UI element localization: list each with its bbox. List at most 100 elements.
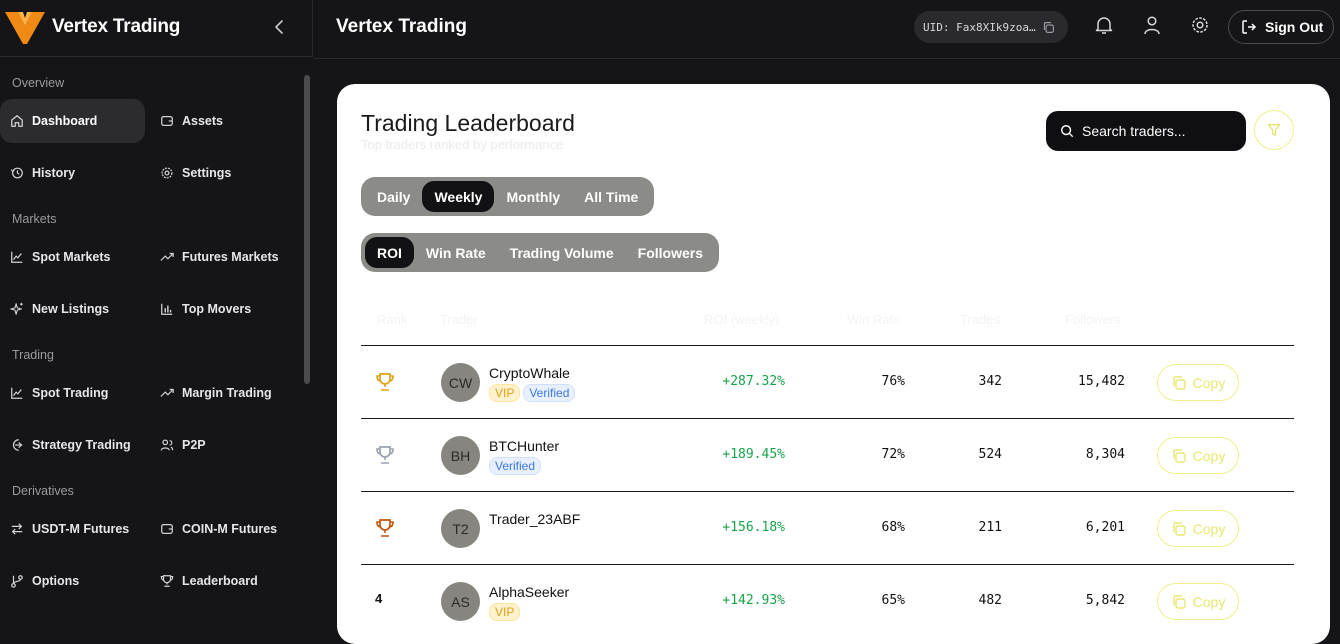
section-label-overview: Overview [12,76,65,90]
sidebar-item-options[interactable]: Options [0,559,145,603]
sidebar-item-futures-markets[interactable]: Futures Markets [150,235,295,279]
sidebar-item-label: Strategy Trading [32,438,131,452]
table-row: 4 AS AlphaSeeker VIP +142.93% 65% 482 5,… [361,564,1294,637]
sign-out-label: Sign Out [1265,19,1324,35]
tab-weekly[interactable]: Weekly [422,181,495,212]
sidebar-item-history[interactable]: History [0,151,145,195]
sidebar-item-label: Spot Markets [32,250,111,264]
avatar: T2 [441,509,480,548]
tab-trading-volume[interactable]: Trading Volume [498,237,626,268]
copy-trader-button[interactable]: Copy [1157,437,1239,474]
trades-value: 342 [978,374,1002,389]
column-header-rank: Rank [377,312,408,327]
tab-win-rate[interactable]: Win Rate [414,237,498,268]
copy-trader-button[interactable]: Copy [1157,510,1239,547]
filter-button[interactable] [1254,110,1294,150]
followers-value: 5,842 [1085,593,1125,608]
arrows-exchange-icon [11,523,23,535]
gear-icon[interactable] [1190,15,1210,35]
trader-name[interactable]: AlphaSeeker [489,584,569,600]
line-chart-icon [11,387,23,399]
trader-name[interactable]: CryptoWhale [489,365,570,381]
column-header-roi: ROI (weekly) [704,312,780,327]
sidebar-item-label: P2P [182,438,206,452]
copy-trader-button[interactable]: Copy [1157,364,1239,401]
sidebar-item-settings[interactable]: Settings [150,151,295,195]
sidebar-item-top-movers[interactable]: Top Movers [150,287,295,331]
sidebar-item-leaderboard[interactable]: Leaderboard [150,559,295,603]
sidebar-item-strategy-trading[interactable]: Strategy Trading [0,423,145,467]
tab-daily[interactable]: Daily [365,181,422,212]
copy-trader-button[interactable]: Copy [1157,583,1239,620]
sidebar-item-spot-markets[interactable]: Spot Markets [0,235,145,279]
tab-monthly[interactable]: Monthly [494,181,572,212]
tab-followers[interactable]: Followers [626,237,715,268]
avatar: AS [441,582,480,621]
sidebar-item-new-listings[interactable]: New Listings [0,287,145,331]
card-subtitle: Top traders ranked by performance [361,137,564,152]
user-icon[interactable] [1143,15,1161,35]
bell-icon[interactable] [1095,15,1113,35]
sidebar-scrollbar[interactable] [304,75,310,384]
filter-icon [1267,124,1281,136]
sidebar-item-p2p[interactable]: P2P [150,423,295,467]
rank-value: 4 [375,591,383,606]
win-rate-value: 68% [881,520,905,535]
tab-roi[interactable]: ROI [365,237,414,268]
verified-badge: Verified [489,457,542,475]
trader-name[interactable]: BTCHunter [489,438,559,454]
copy-label: Copy [1192,374,1226,391]
sidebar-item-label: Leaderboard [182,574,258,588]
copy-icon [1172,448,1186,463]
trades-value: 211 [978,520,1002,535]
sidebar-item-spot-trading[interactable]: Spot Trading [0,371,145,415]
roi-value: +287.32% [722,374,785,389]
sidebar-item-margin-trading[interactable]: Margin Trading [150,371,295,415]
git-branch-icon [11,575,23,588]
wallet-icon [161,524,173,534]
trades-value: 524 [978,447,1002,462]
gold-trophy-icon [376,373,394,391]
sidebar-item-label: Margin Trading [182,386,272,400]
win-rate-value: 65% [881,593,905,608]
sidebar-item-dashboard[interactable]: Dashboard [0,99,145,143]
sidebar-item-assets[interactable]: Assets [150,99,295,143]
sidebar-item-label: Assets [182,114,223,128]
search-input[interactable]: Search traders... [1046,111,1246,151]
sidebar-item-usdt-m-futures[interactable]: USDT-M Futures [0,507,145,551]
uid-pill[interactable]: UID: Fax8XIk9zoa… [914,11,1068,43]
wallet-icon [161,116,173,126]
chevron-left-icon[interactable] [271,18,287,36]
page-title: Vertex Trading [336,16,467,37]
avatar: CW [441,363,480,402]
column-header-trader: Trader [440,312,478,327]
table-row: CW CryptoWhale VIP Verified +287.32% 76%… [361,345,1294,418]
bar-chart-icon [161,303,173,315]
sign-out-button[interactable]: Sign Out [1228,10,1334,44]
copy-label: Copy [1192,593,1226,610]
copy-icon [1172,594,1186,609]
trader-badges: VIP Verified [489,384,576,402]
search-placeholder: Search traders... [1082,123,1186,139]
column-header-followers: Followers [1065,312,1121,327]
sidebar-item-label: Futures Markets [182,250,279,264]
sidebar-item-label: Options [32,574,80,588]
tab-all-time[interactable]: All Time [572,181,650,212]
copy-icon[interactable] [1042,21,1055,34]
sidebar-item-label: COIN-M Futures [182,522,278,536]
copy-label: Copy [1192,447,1226,464]
roi-value: +142.93% [722,593,785,608]
sidebar-item-label: USDT-M Futures [32,522,130,536]
section-label-derivatives: Derivatives [12,484,74,498]
home-icon [11,115,23,127]
uid-text: UID: Fax8XIk9zoa… [923,20,1036,34]
trader-name[interactable]: Trader_23ABF [489,511,580,527]
sidebar-item-label: Top Movers [182,302,252,316]
bronze-trophy-icon [376,519,394,537]
vip-badge: VIP [489,603,521,621]
section-label-trading: Trading [12,348,54,362]
leaderboard-card: Trading Leaderboard Top traders ranked b… [337,84,1330,644]
card-title: Trading Leaderboard [361,110,575,136]
sidebar-item-label: Settings [182,166,232,180]
sidebar-item-coin-m-futures[interactable]: COIN-M Futures [150,507,295,551]
